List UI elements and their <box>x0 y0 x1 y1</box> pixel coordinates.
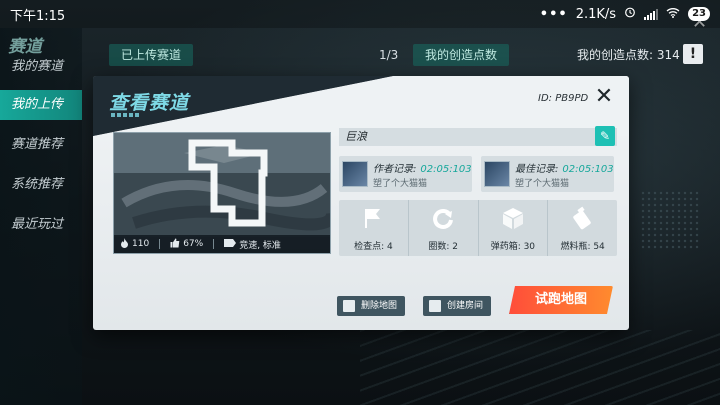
flag-icon <box>361 206 385 234</box>
net-speed: 2.1K/s <box>575 6 617 22</box>
delete-map-button[interactable]: 删除地图 <box>337 296 406 316</box>
track-attributes: 检查点: 4 圈数: 2 弹药箱: 30 燃料瓶: 54 <box>339 200 617 256</box>
info-icon[interactable]: ! <box>683 44 703 64</box>
title-stripes <box>111 113 139 117</box>
view-track-modal: 查看赛道 ID: PB9PD ✕ 110 67% 竞速, 标准 巨浪 ✎ 作者记… <box>93 76 629 330</box>
track-name: 巨浪 <box>339 128 617 146</box>
car-avatar-icon <box>342 161 368 187</box>
status-time: 下午1:15 <box>10 8 66 24</box>
best-record-card: 最佳记录: 02:05:103 塑了个大猫猫 <box>481 156 614 192</box>
modal-title: 查看赛道 <box>109 92 190 114</box>
creation-points-label: 我的创造点数: 314 <box>577 48 680 62</box>
close-icon[interactable]: ✕ <box>593 86 615 108</box>
status-bar: 下午1:15 ••• 2.1K/s 23 <box>0 0 720 28</box>
tag-icon <box>224 238 237 250</box>
trash-icon <box>343 300 355 312</box>
divider <box>213 239 215 249</box>
map-id: ID: PB9PD <box>538 93 589 104</box>
author-record-card: 作者记录: 02:05:103 塑了个大猫猫 <box>339 156 472 192</box>
fuel-icon <box>571 206 595 234</box>
upload-counter: 1/3 <box>379 48 399 62</box>
like-percent: 67% <box>183 239 204 249</box>
menu-item-my-tracks[interactable]: 我的赛道 <box>0 52 82 82</box>
test-run-map-button[interactable]: 试跑地图 <box>509 286 613 314</box>
left-menu: 赛道 我的赛道 我的上传 赛道推荐 系统推荐 最近玩过 <box>0 28 82 405</box>
alarm-icon <box>624 6 636 22</box>
best-record-time: 02:05:103 <box>562 164 614 175</box>
background-lines <box>360 330 720 405</box>
menu-item-recently-played[interactable]: 最近玩过 <box>0 210 82 240</box>
background-dot-grid <box>640 190 700 250</box>
car-avatar-icon <box>484 161 510 187</box>
battery-icon: 23 <box>688 7 710 21</box>
create-room-button[interactable]: 创建房间 <box>423 296 492 316</box>
thumbs-up-icon <box>170 238 180 251</box>
preview-stats-bar: 110 67% 竞速, 标准 <box>114 235 330 253</box>
author-record-user: 塑了个大猫猫 <box>373 179 428 189</box>
edit-name-icon[interactable]: ✎ <box>595 126 615 146</box>
divider <box>159 239 161 249</box>
tab-creation-points[interactable]: 我的创造点数 <box>413 44 510 66</box>
attr-checkpoints: 检查点: 4 <box>339 200 408 256</box>
best-record-label: 最佳记录: 02:05:103 <box>515 164 614 175</box>
top-strip: 已上传赛道 1/3 我的创造点数 我的创造点数: 314 ! <box>95 40 720 68</box>
author-record-label: 作者记录: 02:05:103 <box>373 164 472 175</box>
track-preview-image <box>114 133 330 237</box>
attr-ammo-crates: 弹药箱: 30 <box>477 200 548 256</box>
wifi-icon <box>666 7 680 22</box>
track-preview: 110 67% 竞速, 标准 <box>113 132 331 254</box>
heat-value: 110 <box>132 239 150 249</box>
attr-laps: 圈数: 2 <box>407 200 478 256</box>
tab-uploaded-tracks[interactable]: 已上传赛道 <box>109 44 194 66</box>
more-dots: ••• <box>539 6 568 22</box>
menu-item-my-uploads[interactable]: 我的上传 <box>0 90 82 120</box>
best-record-user: 塑了个大猫猫 <box>515 179 570 189</box>
signal-icon <box>644 8 659 20</box>
author-record-time: 02:05:103 <box>420 164 472 175</box>
menu-item-system-recommend[interactable]: 系统推荐 <box>0 170 82 200</box>
lap-icon <box>431 206 455 234</box>
crate-icon <box>501 206 525 234</box>
fire-icon <box>120 237 129 251</box>
exit-door-icon <box>429 300 441 312</box>
attr-fuel-bottles: 燃料瓶: 54 <box>547 200 617 256</box>
menu-item-track-recommend[interactable]: 赛道推荐 <box>0 130 82 160</box>
track-tags: 竞速, 标准 <box>239 240 281 251</box>
